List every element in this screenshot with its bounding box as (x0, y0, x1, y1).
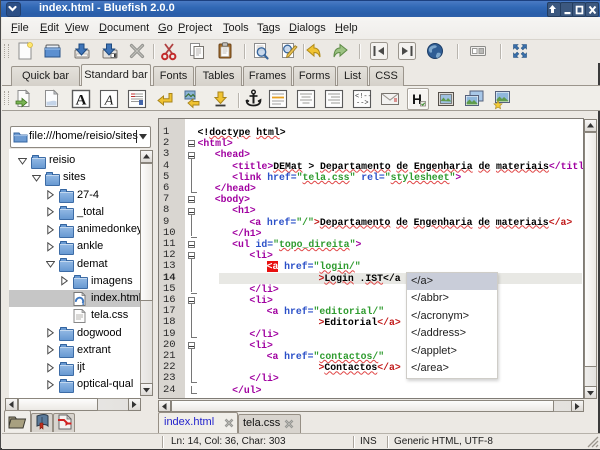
svg-text:-->: --> (356, 100, 369, 108)
svg-text:A: A (104, 94, 114, 109)
svg-text:A: A (76, 93, 87, 109)
